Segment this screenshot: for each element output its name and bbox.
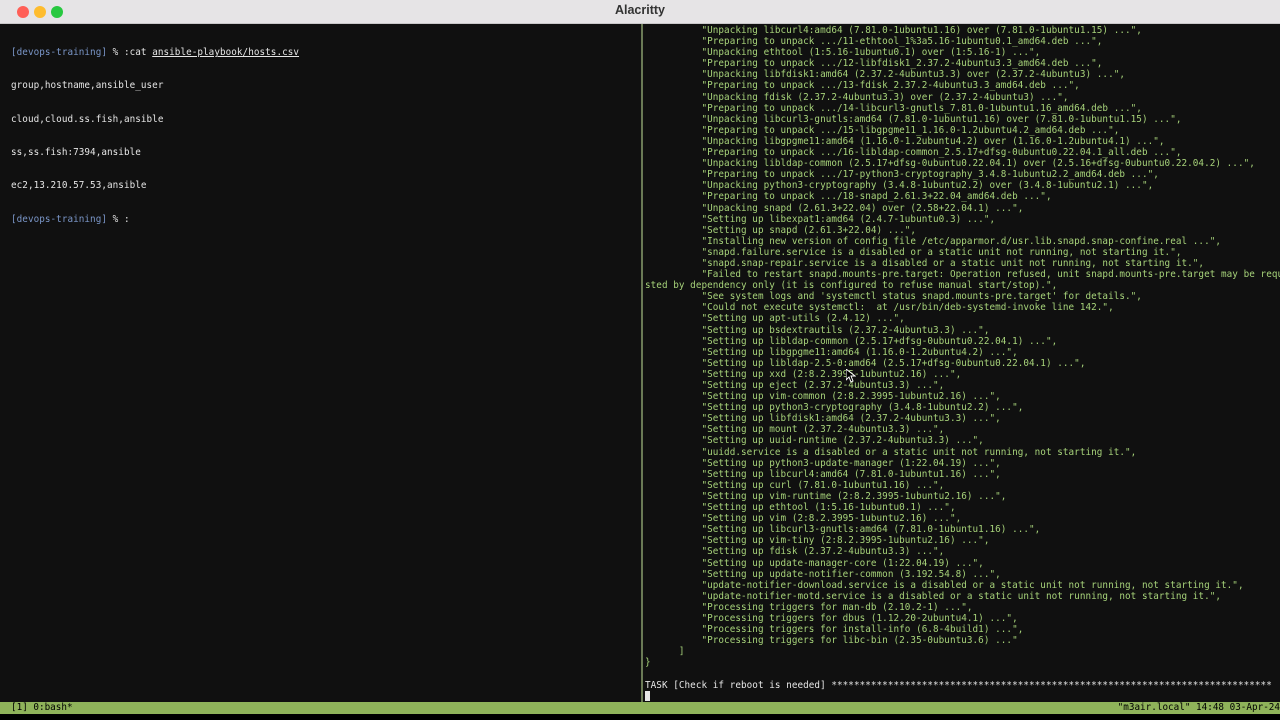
ansible-output-line: "Preparing to unpack .../18-snapd_2.61.3… bbox=[645, 191, 1052, 203]
left-terminal-output: [devops-training] % :cat ansible-playboo… bbox=[0, 24, 641, 247]
right-terminal-pane[interactable]: "Unpacking libcurl4:amd64 (7.81.0-1ubunt… bbox=[643, 24, 1280, 702]
ansible-output-line: "Setting up fdisk (2.37.2-4ubuntu3.3) ..… bbox=[645, 546, 945, 558]
ansible-output-line: "Setting up snapd (2.61.3+22.04) ...", bbox=[645, 224, 917, 236]
ansible-output-line: "snapd.snap-repair.service is a disabled… bbox=[645, 257, 1205, 269]
ansible-output-line: "Installing new version of config file /… bbox=[645, 235, 1222, 247]
ansible-output-line: "Preparing to unpack .../12-libfdisk1_2.… bbox=[645, 58, 1103, 70]
ansible-output-line: "Unpacking libgpgme11:amd64 (1.16.0-1.2u… bbox=[645, 135, 1165, 147]
ansible-output-line: "Preparing to unpack .../13-fdisk_2.37.2… bbox=[645, 80, 1080, 92]
command-text: cat bbox=[129, 47, 153, 59]
ansible-output-line: "Setting up uuid-runtime (2.37.2-4ubuntu… bbox=[645, 435, 984, 447]
window-titlebar[interactable]: Alacritty bbox=[0, 0, 1280, 24]
prompt-suffix: % : bbox=[107, 213, 130, 225]
ansible-output-line: "Unpacking libcurl4:amd64 (7.81.0-1ubunt… bbox=[645, 25, 1142, 36]
ansible-output-line: "snapd.failure.service is a disabled or … bbox=[645, 246, 1182, 258]
ansible-output-line: "Processing triggers for dbus (1.12.20-2… bbox=[645, 612, 1018, 624]
mouse-pointer-icon bbox=[846, 369, 856, 383]
ansible-output-line: "update-notifier-download.service is a d… bbox=[645, 579, 1244, 591]
csv-line: cloud,cloud.ss.fish,ansible bbox=[11, 113, 164, 125]
csv-line: ss,ss.fish:7394,ansible bbox=[11, 147, 141, 159]
ansible-output-line: "Unpacking snapd (2.61.3+22.04) over (2.… bbox=[645, 202, 1024, 214]
ansible-output-line: "Setting up vim-common (2:8.2.3995-1ubun… bbox=[645, 391, 1001, 403]
ansible-output-line: ] bbox=[645, 646, 685, 658]
ansible-output-line: "Setting up vim-tiny (2:8.2.3995-1ubuntu… bbox=[645, 535, 990, 547]
ansible-output-line: "Processing triggers for libc-bin (2.35-… bbox=[645, 635, 1018, 647]
ansible-output-line: "Preparing to unpack .../14-libcurl3-gnu… bbox=[645, 102, 1142, 114]
ansible-output-line: "Unpacking libcurl3-gnutls:amd64 (7.81.0… bbox=[645, 113, 1182, 125]
ansible-output-line: "Preparing to unpack .../11-ethtool_1%3a… bbox=[645, 36, 1103, 48]
ansible-output-line: "Setting up vim-runtime (2:8.2.3995-1ubu… bbox=[645, 490, 1007, 502]
cursor-line bbox=[645, 690, 1280, 702]
tmux-status-bar: [1] 0:bash* "m3air.local" 14:48 03-Apr-2… bbox=[0, 702, 1280, 714]
ansible-output-line: "Preparing to unpack .../15-libgpgme11_1… bbox=[645, 124, 1120, 136]
ansible-output-line: "Setting up libldap-common (2.5.17+dfsg-… bbox=[645, 335, 1058, 347]
ansible-output-line: "Unpacking libfdisk1:amd64 (2.37.2-4ubun… bbox=[645, 69, 1126, 81]
command-line: [devops-training] % :cat ansible-playboo… bbox=[11, 47, 641, 58]
ansible-output-line: "Setting up update-manager-core (1:22.04… bbox=[645, 557, 984, 569]
ansible-output-line: "Setting up libcurl4:amd64 (7.81.0-1ubun… bbox=[645, 468, 1001, 480]
command-line: [devops-training] % : bbox=[11, 214, 641, 225]
ansible-output-line: sted by dependency only (it is configure… bbox=[645, 280, 1058, 292]
ansible-output-line: "Unpacking python3-cryptography (3.4.8-1… bbox=[645, 180, 1154, 192]
ansible-output-line: } bbox=[645, 657, 651, 669]
tmux-host-clock: "m3air.local" 14:48 03-Apr-24 bbox=[1117, 702, 1280, 713]
csv-line: ec2,13.210.57.53,ansible bbox=[11, 180, 147, 192]
ansible-output-line: "Setting up libgpgme11:amd64 (1.16.0-1.2… bbox=[645, 346, 1018, 358]
left-terminal-pane[interactable]: [devops-training] % :cat ansible-playboo… bbox=[0, 24, 641, 702]
window-title: Alacritty bbox=[614, 3, 666, 17]
csv-line: group,hostname,ansible_user bbox=[11, 80, 164, 92]
right-terminal-output: "Unpacking libcurl4:amd64 (7.81.0-1ubunt… bbox=[643, 24, 1280, 702]
ansible-output-line: "Setting up ethtool (1:5.16-1ubuntu0.1) … bbox=[645, 502, 956, 514]
ansible-output-line: "Unpacking fdisk (2.37.2-4ubuntu3.3) ove… bbox=[645, 91, 1069, 103]
tmux-window-list[interactable]: [1] 0:bash* bbox=[11, 702, 73, 714]
ansible-output-line: "Setting up libfdisk1:amd64 (2.37.2-4ubu… bbox=[645, 413, 1001, 425]
ansible-output-line: "Setting up eject (2.37.2-4ubuntu3.3) ..… bbox=[645, 380, 945, 391]
shell-prompt: [devops-training] bbox=[11, 213, 108, 225]
shell-prompt: [devops-training] bbox=[11, 47, 108, 59]
ansible-output-line: "Preparing to unpack .../16-libldap-comm… bbox=[645, 147, 1182, 159]
ansible-output-line: "Setting up libexpat1:amd64 (2.4.7-1ubun… bbox=[645, 213, 996, 225]
ansible-output-line: "See system logs and 'systemctl status s… bbox=[645, 291, 1142, 303]
ansible-output-line: "Setting up update-notifier-common (3.19… bbox=[645, 568, 1001, 580]
prompt-suffix: % : bbox=[107, 47, 130, 59]
ansible-output-line: "Setting up vim (2:8.2.3995-1ubuntu2.16)… bbox=[645, 513, 962, 525]
ansible-output-line: "Setting up python3-update-manager (1:22… bbox=[645, 457, 1001, 469]
ansible-output-line: "Unpacking ethtool (1:5.16-1ubuntu0.1) o… bbox=[645, 47, 1041, 59]
ansible-output-line: "Setting up curl (7.81.0-1ubuntu1.16) ..… bbox=[645, 479, 945, 491]
command-file-path: ansible-playbook/hosts.csv bbox=[152, 47, 300, 59]
ansible-output-line: "Setting up libldap-2.5-0:amd64 (2.5.17+… bbox=[645, 357, 1086, 369]
ansible-output-line: "Processing triggers for man-db (2.10.2-… bbox=[645, 601, 973, 613]
window-bottom-edge bbox=[0, 714, 1280, 720]
ansible-output-line bbox=[645, 668, 1280, 679]
ansible-output-line: "Setting up python3-cryptography (3.4.8-… bbox=[645, 402, 1024, 414]
terminal-cursor bbox=[645, 690, 650, 701]
ansible-output-line: "update-notifier-motd.service is a disab… bbox=[645, 590, 1222, 602]
ansible-output-line: "Setting up bsdextrautils (2.37.2-4ubunt… bbox=[645, 324, 990, 336]
ansible-output-line: "Could not execute systemctl: at /usr/bi… bbox=[645, 302, 1114, 314]
ansible-output-line: "Setting up mount (2.37.2-4ubuntu3.3) ..… bbox=[645, 424, 945, 436]
ansible-output-line: "Preparing to unpack .../17-python3-cryp… bbox=[645, 169, 1159, 181]
ansible-output-line: "Setting up libcurl3-gnutls:amd64 (7.81.… bbox=[645, 524, 1041, 536]
ansible-output-line: "Unpacking libldap-common (2.5.17+dfsg-0… bbox=[645, 158, 1255, 170]
ansible-output-line: "Processing triggers for install-info (6… bbox=[645, 624, 1024, 636]
ansible-output-line: "Setting up xxd (2:8.2.3995-1ubuntu2.16)… bbox=[645, 368, 962, 380]
ansible-output-line: "uuidd.service is a disabled or a static… bbox=[645, 446, 1137, 458]
ansible-output-line: "Setting up apt-utils (2.4.12) ...", bbox=[645, 313, 905, 325]
ansible-task-header: TASK [Check if reboot is needed] *******… bbox=[645, 679, 1272, 691]
ansible-output-line: "Failed to restart snapd.mounts-pre.targ… bbox=[645, 269, 1280, 281]
